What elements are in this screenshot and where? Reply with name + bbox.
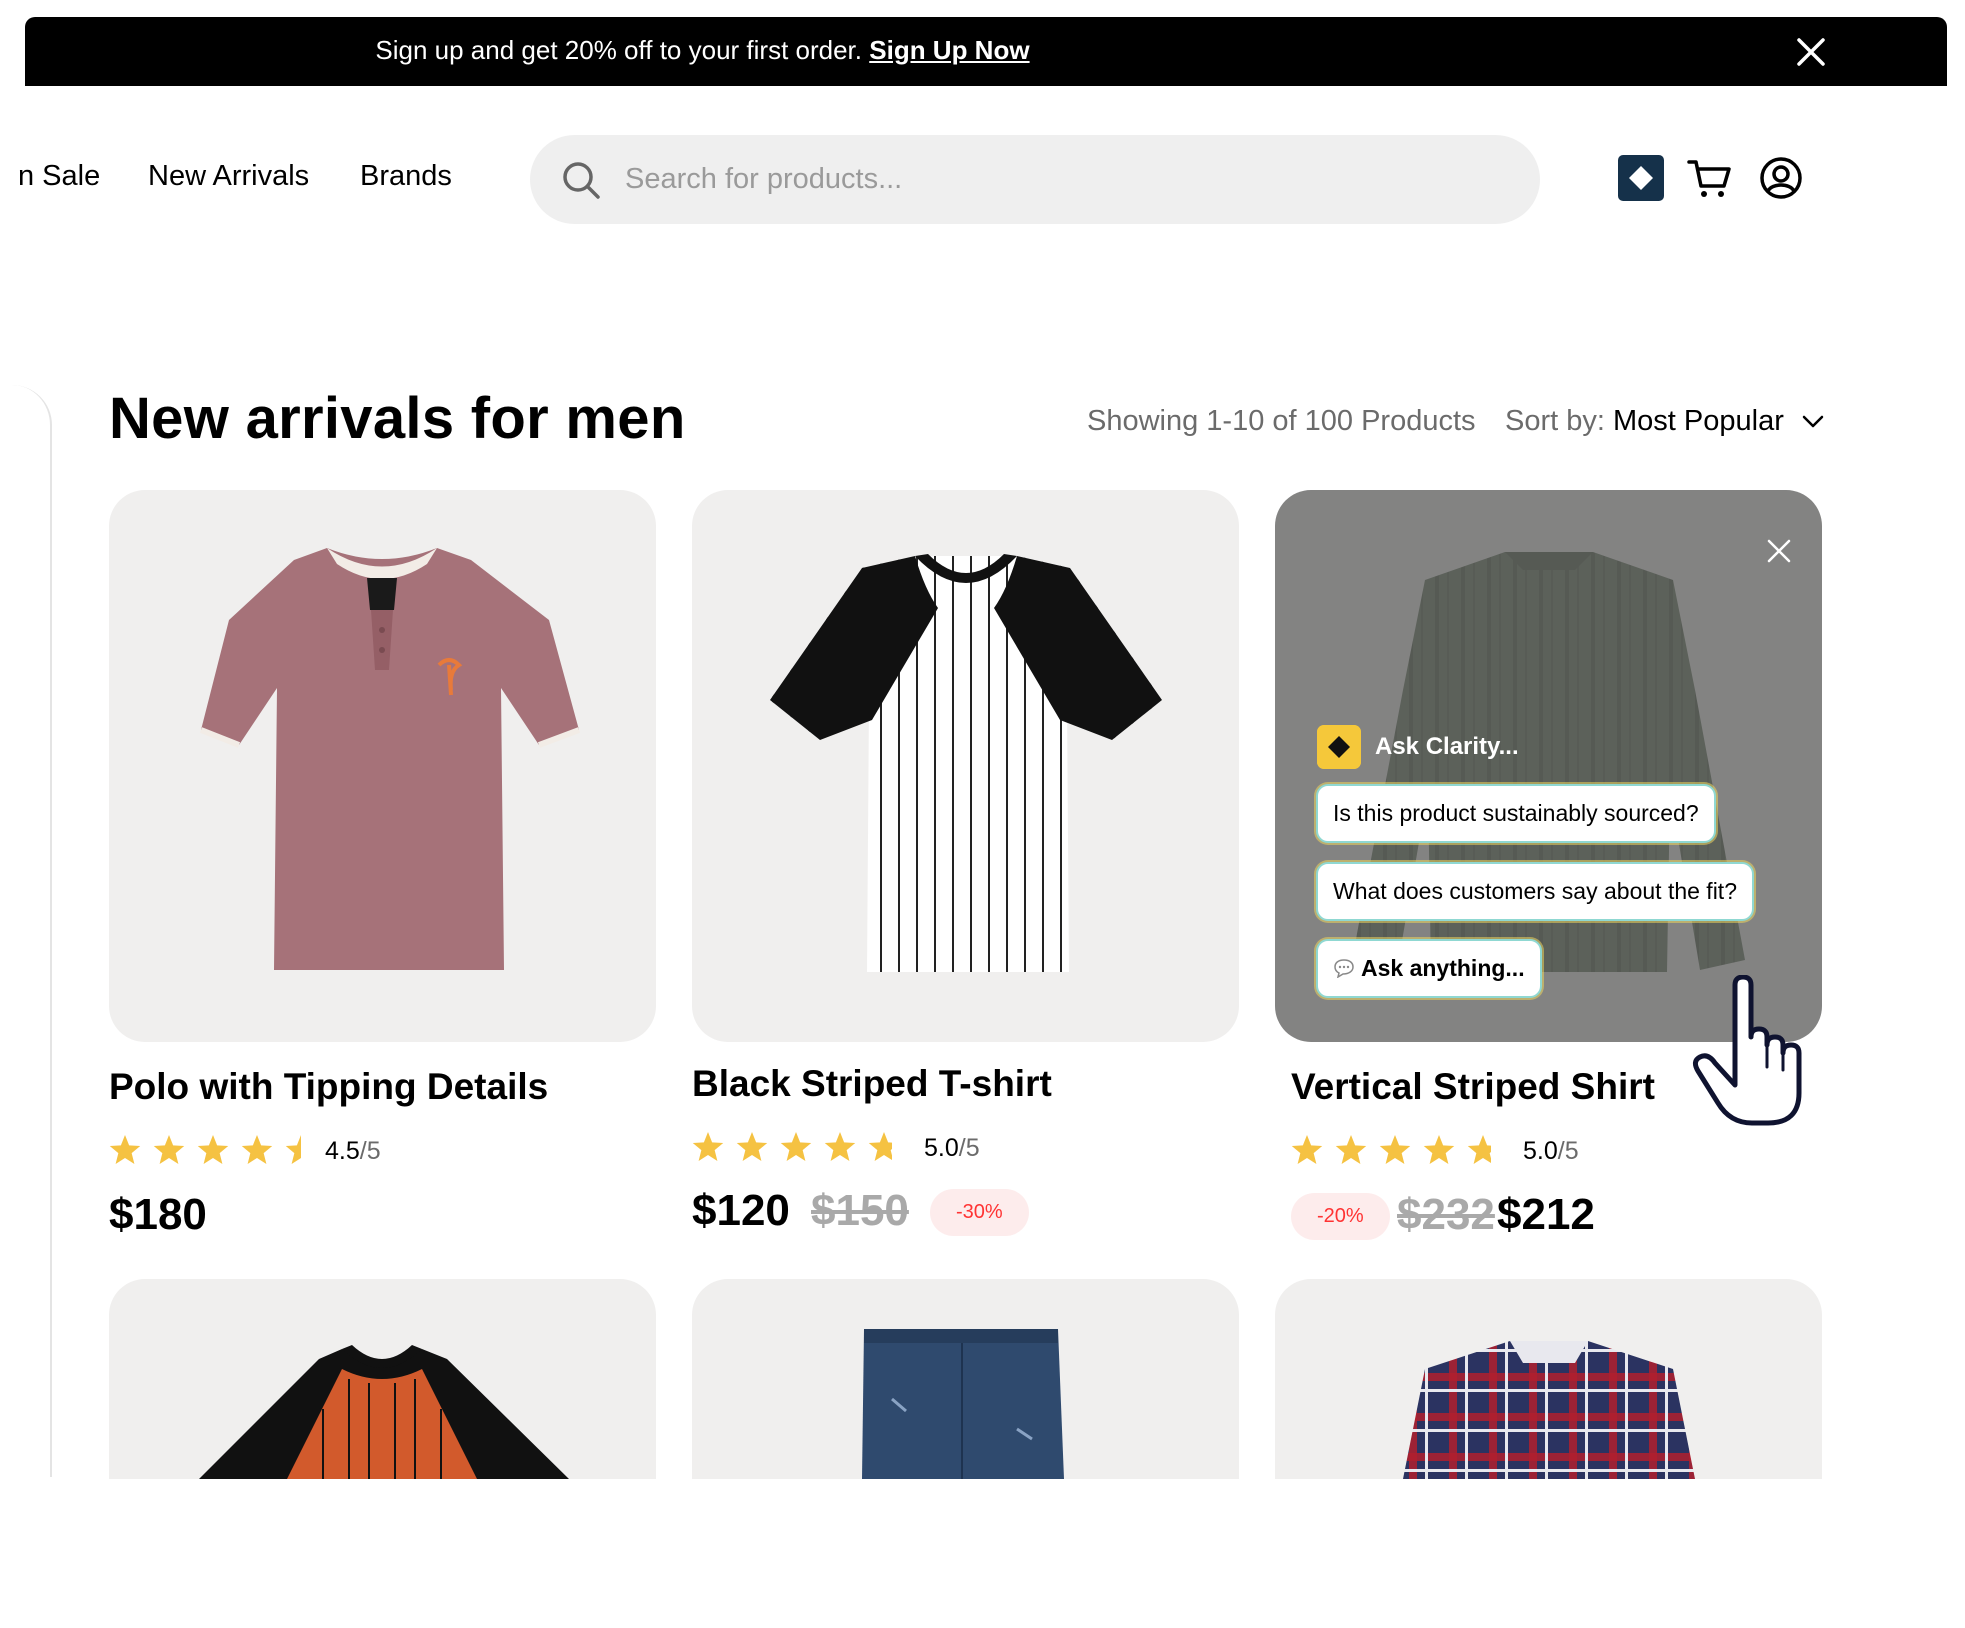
product-image-raglan-tee[interactable] (109, 1279, 656, 1479)
product-rating: 5.0/5 (692, 1130, 992, 1166)
product-name[interactable]: Black Striped T-shirt (692, 1063, 1052, 1105)
star-icon (692, 1132, 724, 1161)
rating-value: 5.0 (924, 1134, 959, 1162)
clarity-logo-icon[interactable] (1618, 155, 1664, 201)
nav-new-arrivals[interactable]: New Arrivals (148, 160, 309, 193)
promo-text-container: Sign up and get 20% off to your first or… (25, 17, 1380, 86)
results-count: Showing 1-10 of 100 Products (1087, 405, 1476, 437)
star-icon (197, 1135, 229, 1164)
star-icon (153, 1135, 185, 1164)
star-rating-icon (692, 1132, 892, 1161)
suggestion-chip[interactable]: Is this product sustainably sourced? (1316, 784, 1716, 843)
pointer-hand-icon (1692, 975, 1802, 1126)
product-price: $120 (692, 1186, 790, 1235)
rating-text: 5.0/5 (924, 1134, 980, 1163)
product-row-2 (0, 1279, 1965, 1479)
rating-text: 5.0/5 (1523, 1137, 1579, 1166)
sort-value: Most Popular (1613, 405, 1784, 437)
rating-value: 5.0 (1523, 1137, 1558, 1165)
discount-badge: -20% (1291, 1193, 1390, 1240)
jeans-image (862, 1329, 1064, 1479)
plaid-shirt-image (1403, 1341, 1695, 1479)
star-rating-icon (1291, 1135, 1491, 1164)
product-image-tshirt[interactable] (692, 490, 1239, 1042)
star-icon (824, 1132, 856, 1161)
product-name[interactable]: Vertical Striped Shirt (1291, 1066, 1655, 1108)
rating-denominator: /5 (958, 1134, 980, 1162)
promo-text: Sign up and get 20% off to your first or… (375, 35, 863, 65)
discount-badge: -30% (930, 1189, 1029, 1236)
nav-on-sale[interactable]: n Sale (18, 160, 100, 193)
rating-value: 4.5 (325, 1137, 360, 1165)
promo-banner: Sign up and get 20% off to your first or… (25, 17, 1947, 86)
product-rating: 5.0/5 (1291, 1133, 1591, 1169)
tshirt-image (770, 554, 1162, 972)
sort-dropdown[interactable]: Sort by: Most Popular (1505, 405, 1824, 438)
raglan-tee-image (199, 1345, 569, 1479)
half-star-icon (285, 1135, 301, 1164)
search-bar (530, 135, 1540, 224)
polo-shirt-image (199, 548, 581, 970)
star-icon (1379, 1135, 1411, 1164)
star-icon (868, 1132, 892, 1161)
star-rating-icon (109, 1135, 301, 1164)
ask-anything-label: Ask anything... (1361, 955, 1525, 981)
original-price: $150 (811, 1186, 909, 1235)
product-rating: 4.5/5 (109, 1133, 409, 1169)
product-image-jeans[interactable] (692, 1279, 1239, 1479)
product-price: $212 (1497, 1190, 1595, 1239)
chat-bubble-icon (1334, 959, 1354, 978)
product-image-plaid-shirt[interactable] (1275, 1279, 1822, 1479)
nav-brands[interactable]: Brands (360, 160, 452, 193)
rating-text: 4.5/5 (325, 1137, 381, 1166)
star-icon (241, 1135, 273, 1164)
user-account-icon[interactable] (1758, 155, 1804, 201)
clarity-logo-icon (1317, 725, 1361, 769)
product-name[interactable]: Polo with Tipping Details (109, 1066, 548, 1108)
rating-denominator: /5 (1557, 1137, 1579, 1165)
star-icon (736, 1132, 768, 1161)
cart-icon[interactable] (1687, 155, 1733, 201)
clarity-title: Ask Clarity... (1375, 733, 1519, 760)
product-price: $180 (109, 1190, 207, 1239)
page-title: New arrivals for men (109, 386, 686, 451)
chevron-down-icon (1802, 416, 1824, 428)
close-icon[interactable] (1793, 34, 1829, 70)
star-icon (1423, 1135, 1455, 1164)
star-icon (1291, 1135, 1323, 1164)
sign-up-link[interactable]: Sign Up Now (869, 35, 1029, 65)
sort-label: Sort by: (1505, 405, 1605, 437)
product-image-polo[interactable] (109, 490, 656, 1042)
star-icon (109, 1135, 141, 1164)
original-price: $232 (1397, 1190, 1495, 1239)
star-icon (1467, 1135, 1491, 1164)
rating-denominator: /5 (359, 1137, 381, 1165)
close-icon[interactable] (1765, 537, 1793, 565)
clarity-overlay: Ask Clarity... Is this product sustainab… (1275, 490, 1822, 1042)
star-icon (1335, 1135, 1367, 1164)
search-input[interactable] (625, 149, 1505, 209)
suggestion-chip[interactable]: What does customers say about the fit? (1316, 862, 1754, 921)
star-icon (780, 1132, 812, 1161)
search-icon[interactable] (560, 159, 602, 201)
ask-anything-button[interactable]: Ask anything... (1316, 939, 1542, 998)
